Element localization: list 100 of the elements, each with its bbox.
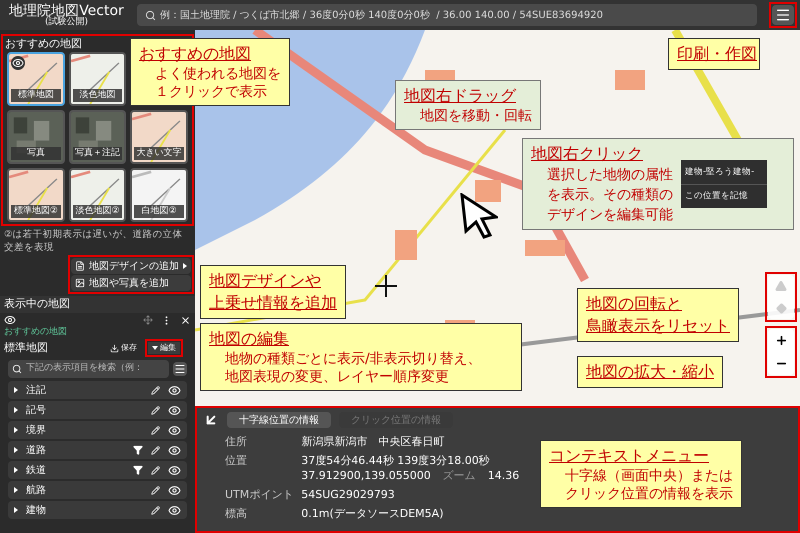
layer-name: 境界: [26, 424, 46, 438]
info-label: ズーム: [442, 468, 476, 483]
section-heading: おすすめの地図: [4, 36, 83, 52]
callout-text: デザインを編集可能: [546, 206, 673, 225]
map-tile[interactable]: 標準地図: [7, 52, 65, 106]
map-tile[interactable]: 写真＋注記: [68, 110, 126, 164]
callout-text: 選択した地物の属性: [546, 166, 673, 185]
pencil-icon[interactable]: [151, 406, 160, 414]
callout-title: コンテキストメニュー: [549, 445, 709, 467]
download-icon: [110, 344, 119, 352]
callout-text: 地図を移動・回転: [419, 107, 532, 125]
map-tile[interactable]: 淡色地図: [68, 52, 126, 106]
pencil-icon[interactable]: [151, 386, 160, 394]
filter-icon[interactable]: [133, 465, 143, 475]
eye-icon[interactable]: [168, 444, 181, 456]
map-tile[interactable]: 白地図②: [130, 168, 188, 222]
caret-icon: [14, 387, 18, 393]
callout-text: 地物の種類ごとに表示/非表示切り替え、: [224, 350, 482, 368]
layer-row[interactable]: 注記: [8, 381, 187, 399]
search-field[interactable]: 例：国土地理院 / つくば市北郷 / 36度0分0秒 140度0分0秒 / 36.00 140.00 / 54SUE83694920: [137, 4, 757, 26]
image-icon: [75, 278, 85, 288]
callout-text: 地図表現の変更、レイヤー順序変更: [224, 368, 449, 386]
context-menu-item[interactable]: この位置を記憶: [681, 184, 767, 208]
layer-row[interactable]: 記号: [8, 401, 187, 419]
eye-icon[interactable]: [4, 314, 16, 326]
callout-title: 地図デザインや: [209, 270, 321, 292]
caret-icon: [14, 447, 18, 453]
map-tile[interactable]: 淡色地図②: [68, 168, 126, 222]
close-icon[interactable]: [180, 314, 191, 326]
map-tile[interactable]: 写真: [7, 110, 65, 164]
search-icon: [145, 10, 156, 20]
pencil-icon[interactable]: [151, 446, 160, 454]
callout-text: を表示。その種類の: [546, 186, 673, 205]
layer-name: 注記: [26, 384, 46, 398]
eye-icon[interactable]: [168, 464, 181, 476]
layer-row[interactable]: 建物: [8, 501, 187, 519]
document-icon: [75, 261, 85, 271]
app-title: 地理院地図Vector: [9, 4, 124, 18]
caret-icon: [14, 467, 18, 473]
eye-icon[interactable]: [168, 504, 181, 516]
layer-row[interactable]: 航路: [8, 481, 187, 499]
info-value: 54SUG29029793: [301, 487, 396, 502]
callout-title: 鳥瞰表示をリセット: [586, 315, 730, 337]
layer-search-field[interactable]: 下記の表示項目を検索（例：: [8, 360, 169, 378]
map-category: おすすめの地図: [3, 327, 68, 338]
callout-title: 地図の編集: [209, 328, 289, 350]
map-tile[interactable]: 大きい文字: [130, 110, 188, 164]
section-heading: 表示中の地図: [4, 296, 70, 312]
layer-name: 建物: [26, 504, 46, 518]
eye-icon[interactable]: [168, 384, 181, 396]
callout-title: 地図の回転と: [586, 293, 682, 315]
add-map-button[interactable]: 地図デザインの追加: [71, 258, 191, 274]
diamond-icon: [776, 302, 786, 314]
caret-icon: [14, 407, 18, 413]
info-label: 標高: [225, 506, 248, 521]
pencil-icon[interactable]: [151, 486, 160, 494]
layer-name: 鉄道: [26, 464, 46, 478]
layer-row[interactable]: 道路: [8, 441, 187, 459]
layer-name: 道路: [26, 444, 46, 458]
info-value: 14.36: [488, 468, 520, 483]
map-name: 標準地図: [4, 340, 48, 356]
search-icon: [12, 364, 22, 374]
callout-title: 印刷・作図: [677, 43, 757, 65]
layer-row[interactable]: 境界: [8, 421, 187, 439]
save-button[interactable]: 保存: [110, 342, 137, 354]
plus-icon: [774, 334, 788, 347]
map-tile[interactable]: 標準地図②: [7, 168, 65, 222]
add-map-button[interactable]: 地図や写真を追加: [71, 275, 191, 291]
filter-icon[interactable]: [133, 445, 143, 455]
eye-icon[interactable]: [168, 484, 181, 496]
info-value: 37度54分46.44秒 139度3分18.00秒: [301, 453, 491, 468]
pencil-icon[interactable]: [151, 466, 160, 474]
layer-name: 記号: [26, 404, 46, 418]
layer-row[interactable]: 鉄道: [8, 461, 187, 479]
callout-text: よく使われる地図を: [154, 65, 281, 83]
triangle-icon: [775, 280, 787, 292]
caret-icon: [14, 487, 18, 493]
info-value: 37.912900,139.055000: [301, 468, 431, 483]
pencil-icon[interactable]: [151, 426, 160, 434]
cursor-arrow-icon: [460, 193, 498, 239]
caret-icon: [14, 507, 18, 513]
info-value: 0.1m(データソースDEM5A): [301, 506, 444, 521]
app-subtitle: (試験公開): [44, 18, 88, 26]
info-label: UTMポイント: [225, 487, 294, 502]
info-label: 位置: [225, 453, 248, 469]
callout-title: おすすめの地図: [139, 43, 251, 65]
context-menu-item[interactable]: 建物-堅ろう建物-: [681, 160, 767, 184]
edit-button[interactable]: 編集: [148, 342, 180, 354]
move-icon[interactable]: [143, 315, 153, 325]
info-tab[interactable]: 十字線位置の情報: [227, 412, 331, 428]
callout-title: 地図の拡大・縮小: [586, 361, 714, 383]
layer-name: 航路: [26, 484, 46, 498]
callout-text: クリック位置の情報を表示: [564, 485, 733, 503]
eye-icon[interactable]: [168, 424, 181, 436]
menu-icon[interactable]: [173, 362, 187, 376]
callout-text: 十字線（画面中央）または: [564, 467, 733, 485]
callout-title: 地図右クリック: [531, 143, 643, 165]
pencil-icon[interactable]: [151, 506, 160, 514]
eye-icon[interactable]: [168, 404, 181, 416]
caret-icon: [14, 427, 18, 433]
